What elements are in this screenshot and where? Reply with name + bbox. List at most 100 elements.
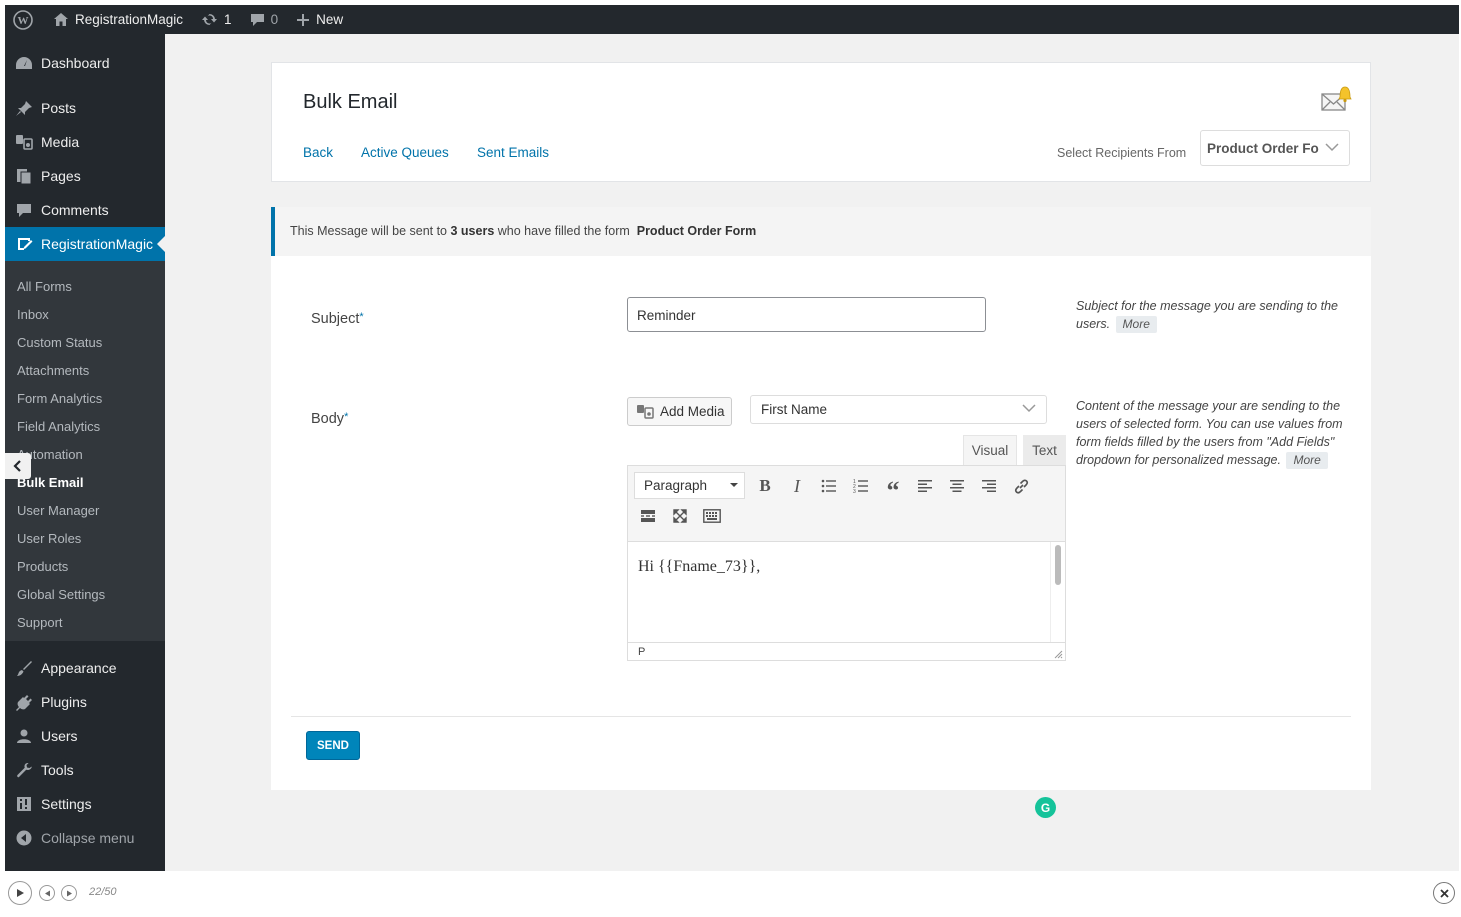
wordpress-logo-icon[interactable]: W: [5, 5, 40, 34]
new-label: New: [316, 12, 344, 27]
menu-settings[interactable]: Settings: [5, 787, 165, 821]
menu-dashboard[interactable]: Dashboard: [5, 46, 165, 80]
fullscreen-icon[interactable]: [667, 503, 693, 529]
insert-field-select[interactable]: First Name: [750, 395, 1047, 424]
menu-label: Settings: [41, 796, 92, 812]
notice-prefix: This Message will be sent to: [290, 224, 448, 238]
menu-users[interactable]: Users: [5, 719, 165, 753]
tab-text[interactable]: Text: [1023, 435, 1066, 465]
add-media-label: Add Media: [660, 404, 725, 419]
updates-count: 1: [224, 12, 232, 27]
submenu-item[interactable]: User Manager: [17, 501, 99, 521]
mail-bell-icon: [1321, 86, 1352, 111]
back-link[interactable]: Back: [303, 145, 333, 160]
new-content-link[interactable]: New: [289, 5, 350, 34]
recipients-label: Select Recipients From: [1057, 146, 1187, 160]
menu-posts[interactable]: Posts: [5, 91, 165, 125]
menu-label: Comments: [41, 202, 109, 218]
home-icon: [54, 13, 68, 26]
admin-sidebar: Dashboard Posts Media Pages Comments Reg…: [5, 34, 165, 871]
plus-icon: [297, 13, 310, 26]
play-button[interactable]: [8, 881, 32, 905]
menu-media[interactable]: Media: [5, 125, 165, 159]
collapse-menu-button[interactable]: Collapse menu: [5, 821, 165, 855]
previous-button[interactable]: [39, 885, 55, 901]
body-more-button[interactable]: More: [1286, 452, 1328, 469]
comment-icon: [250, 13, 264, 26]
blockquote-icon[interactable]: “: [880, 473, 906, 505]
comment-icon: [17, 203, 31, 217]
bold-icon[interactable]: B: [752, 473, 778, 499]
numbered-list-icon[interactable]: 123: [848, 473, 874, 499]
scroll-thumb[interactable]: [1055, 545, 1061, 585]
align-left-icon[interactable]: [912, 473, 938, 499]
settings-icon: [17, 797, 31, 811]
format-select[interactable]: Paragraph: [634, 472, 745, 499]
previous-icon: [44, 890, 50, 896]
submenu-item[interactable]: Global Settings: [17, 585, 105, 605]
submenu-item[interactable]: Form Analytics: [17, 389, 102, 409]
sidebar-collapse-arrow[interactable]: [5, 453, 31, 479]
tab-visual[interactable]: Visual: [963, 435, 1017, 465]
submenu-item[interactable]: Attachments: [17, 361, 89, 381]
menu-registrationmagic[interactable]: RegistrationMagic: [5, 227, 165, 261]
submenu-item[interactable]: Products: [17, 557, 68, 577]
chevron-down-icon: [1325, 143, 1339, 152]
form-icon: [17, 238, 32, 250]
italic-icon[interactable]: I: [784, 473, 810, 499]
slideshow-player-bar: 22/50: [0, 871, 1461, 917]
site-name-link[interactable]: RegistrationMagic: [46, 5, 190, 34]
align-center-icon[interactable]: [944, 473, 970, 499]
subject-help: Subject for the message you are sending …: [1076, 299, 1338, 333]
next-icon: [66, 890, 72, 896]
editor-content[interactable]: Hi {{Fname_73}},: [628, 542, 1065, 642]
menu-label: Posts: [41, 100, 77, 116]
comments-link[interactable]: 0: [243, 5, 286, 34]
close-player-button[interactable]: [1433, 882, 1455, 904]
next-button[interactable]: [61, 885, 77, 901]
submenu: All Forms Inbox Custom Status Attachment…: [5, 261, 165, 641]
notice-form-name: Product Order Form: [636, 224, 757, 238]
send-button[interactable]: SEND: [306, 731, 360, 760]
browser-frame: W RegistrationMagic 1 0 New Dashboard Po…: [5, 5, 1459, 871]
menu-comments[interactable]: Comments: [5, 193, 165, 227]
bullet-list-icon[interactable]: [816, 473, 842, 499]
editor-status-bar: P: [628, 642, 1065, 661]
submenu-item[interactable]: Inbox: [17, 305, 49, 325]
keyboard-icon[interactable]: [699, 503, 725, 529]
notice-middle: who have filled the form: [497, 224, 630, 238]
sent-emails-link[interactable]: Sent Emails: [477, 145, 549, 160]
resize-handle-icon[interactable]: [1054, 650, 1063, 659]
user-icon: [17, 729, 31, 743]
subject-more-button[interactable]: More: [1115, 316, 1157, 333]
editor-toolbar: Paragraph B I 123 “: [628, 466, 1065, 542]
element-path[interactable]: P: [638, 646, 645, 658]
add-media-button[interactable]: Add Media: [627, 397, 732, 426]
body-help: Content of the message your are sending …: [1076, 399, 1343, 469]
submenu-item[interactable]: Support: [17, 613, 63, 633]
recipients-select[interactable]: Product Order Fo: [1200, 130, 1350, 166]
submenu-item[interactable]: User Roles: [17, 529, 81, 549]
menu-appearance[interactable]: Appearance: [5, 651, 165, 685]
read-more-icon[interactable]: [635, 503, 661, 529]
active-queues-link[interactable]: Active Queues: [361, 145, 449, 160]
submenu-item[interactable]: All Forms: [17, 277, 72, 297]
menu-plugins[interactable]: Plugins: [5, 685, 165, 719]
menu-label: Media: [41, 134, 80, 150]
slide-counter: 22/50: [89, 886, 117, 898]
updates-link[interactable]: 1: [194, 5, 239, 34]
align-right-icon[interactable]: [976, 473, 1002, 499]
collapse-icon: [16, 830, 32, 846]
grammarly-icon[interactable]: G: [1035, 797, 1056, 818]
editor-scrollbar[interactable]: [1050, 542, 1065, 642]
submenu-item[interactable]: Custom Status: [17, 333, 102, 353]
body-label: Body*: [311, 411, 349, 427]
site-name: RegistrationMagic: [75, 12, 184, 27]
subject-input[interactable]: Reminder: [627, 297, 986, 332]
link-icon[interactable]: [1008, 473, 1034, 499]
notice-count: 3 users: [450, 224, 495, 238]
menu-pages[interactable]: Pages: [5, 159, 165, 193]
menu-label: Pages: [41, 168, 81, 184]
submenu-item[interactable]: Field Analytics: [17, 417, 100, 437]
menu-tools[interactable]: Tools: [5, 753, 165, 787]
